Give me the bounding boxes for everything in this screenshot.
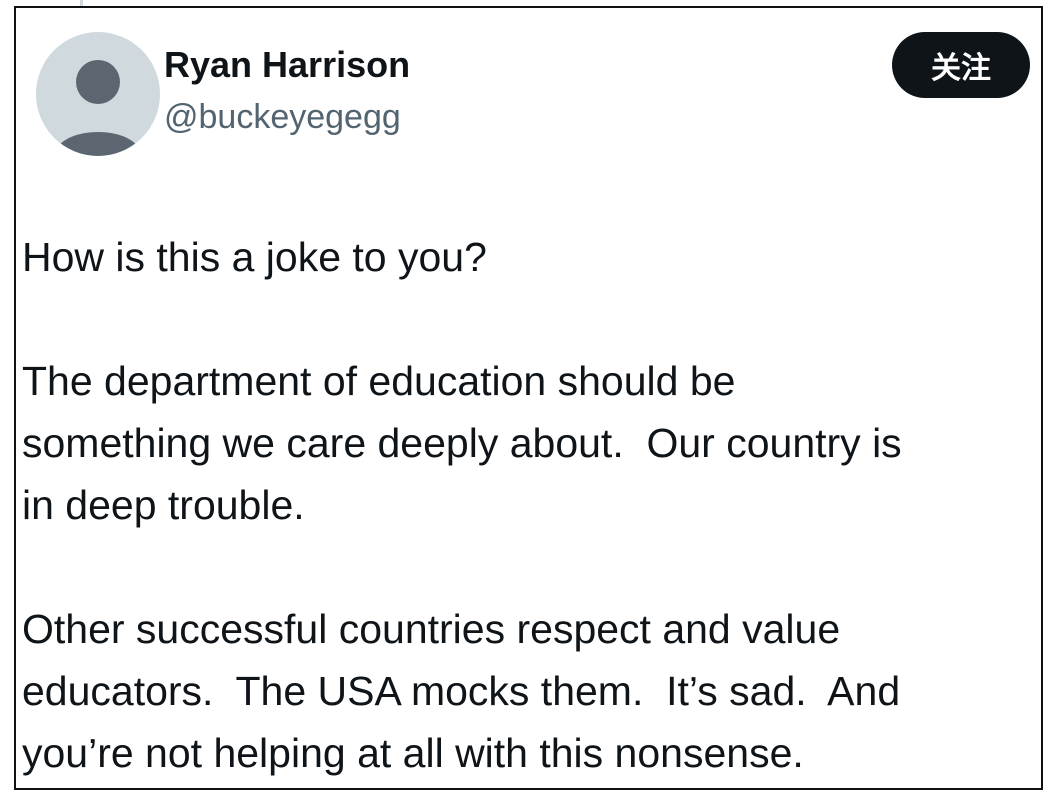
tweet-card: Ryan Harrison @buckeyegegg 关注 How is thi…: [14, 6, 1043, 790]
tweet-line: you’re not helping at all with this nons…: [22, 730, 804, 776]
tweet-paragraph: Other successful countries respect and v…: [22, 598, 1032, 784]
follow-button[interactable]: 关注: [892, 32, 1030, 98]
tweet-text: How is this a joke to you? The departmen…: [22, 226, 1032, 784]
tweet-line: educators. The USA mocks them. It’s sad.…: [22, 668, 901, 714]
tweet-line: in deep trouble.: [22, 482, 305, 528]
tweet-line: something we care deeply about. Our coun…: [22, 420, 902, 466]
tweet-line: The department of education should be: [22, 358, 736, 404]
tweet-paragraph: How is this a joke to you?: [22, 226, 1032, 288]
author-handle[interactable]: @buckeyegegg: [164, 98, 401, 137]
tweet-line: Other successful countries respect and v…: [22, 606, 841, 652]
tweet-line: How is this a joke to you?: [22, 234, 487, 280]
author-name[interactable]: Ryan Harrison: [164, 44, 410, 86]
default-profile-icon: [54, 60, 142, 156]
avatar[interactable]: [36, 32, 160, 156]
tweet-paragraph: The department of education should be so…: [22, 350, 1032, 536]
